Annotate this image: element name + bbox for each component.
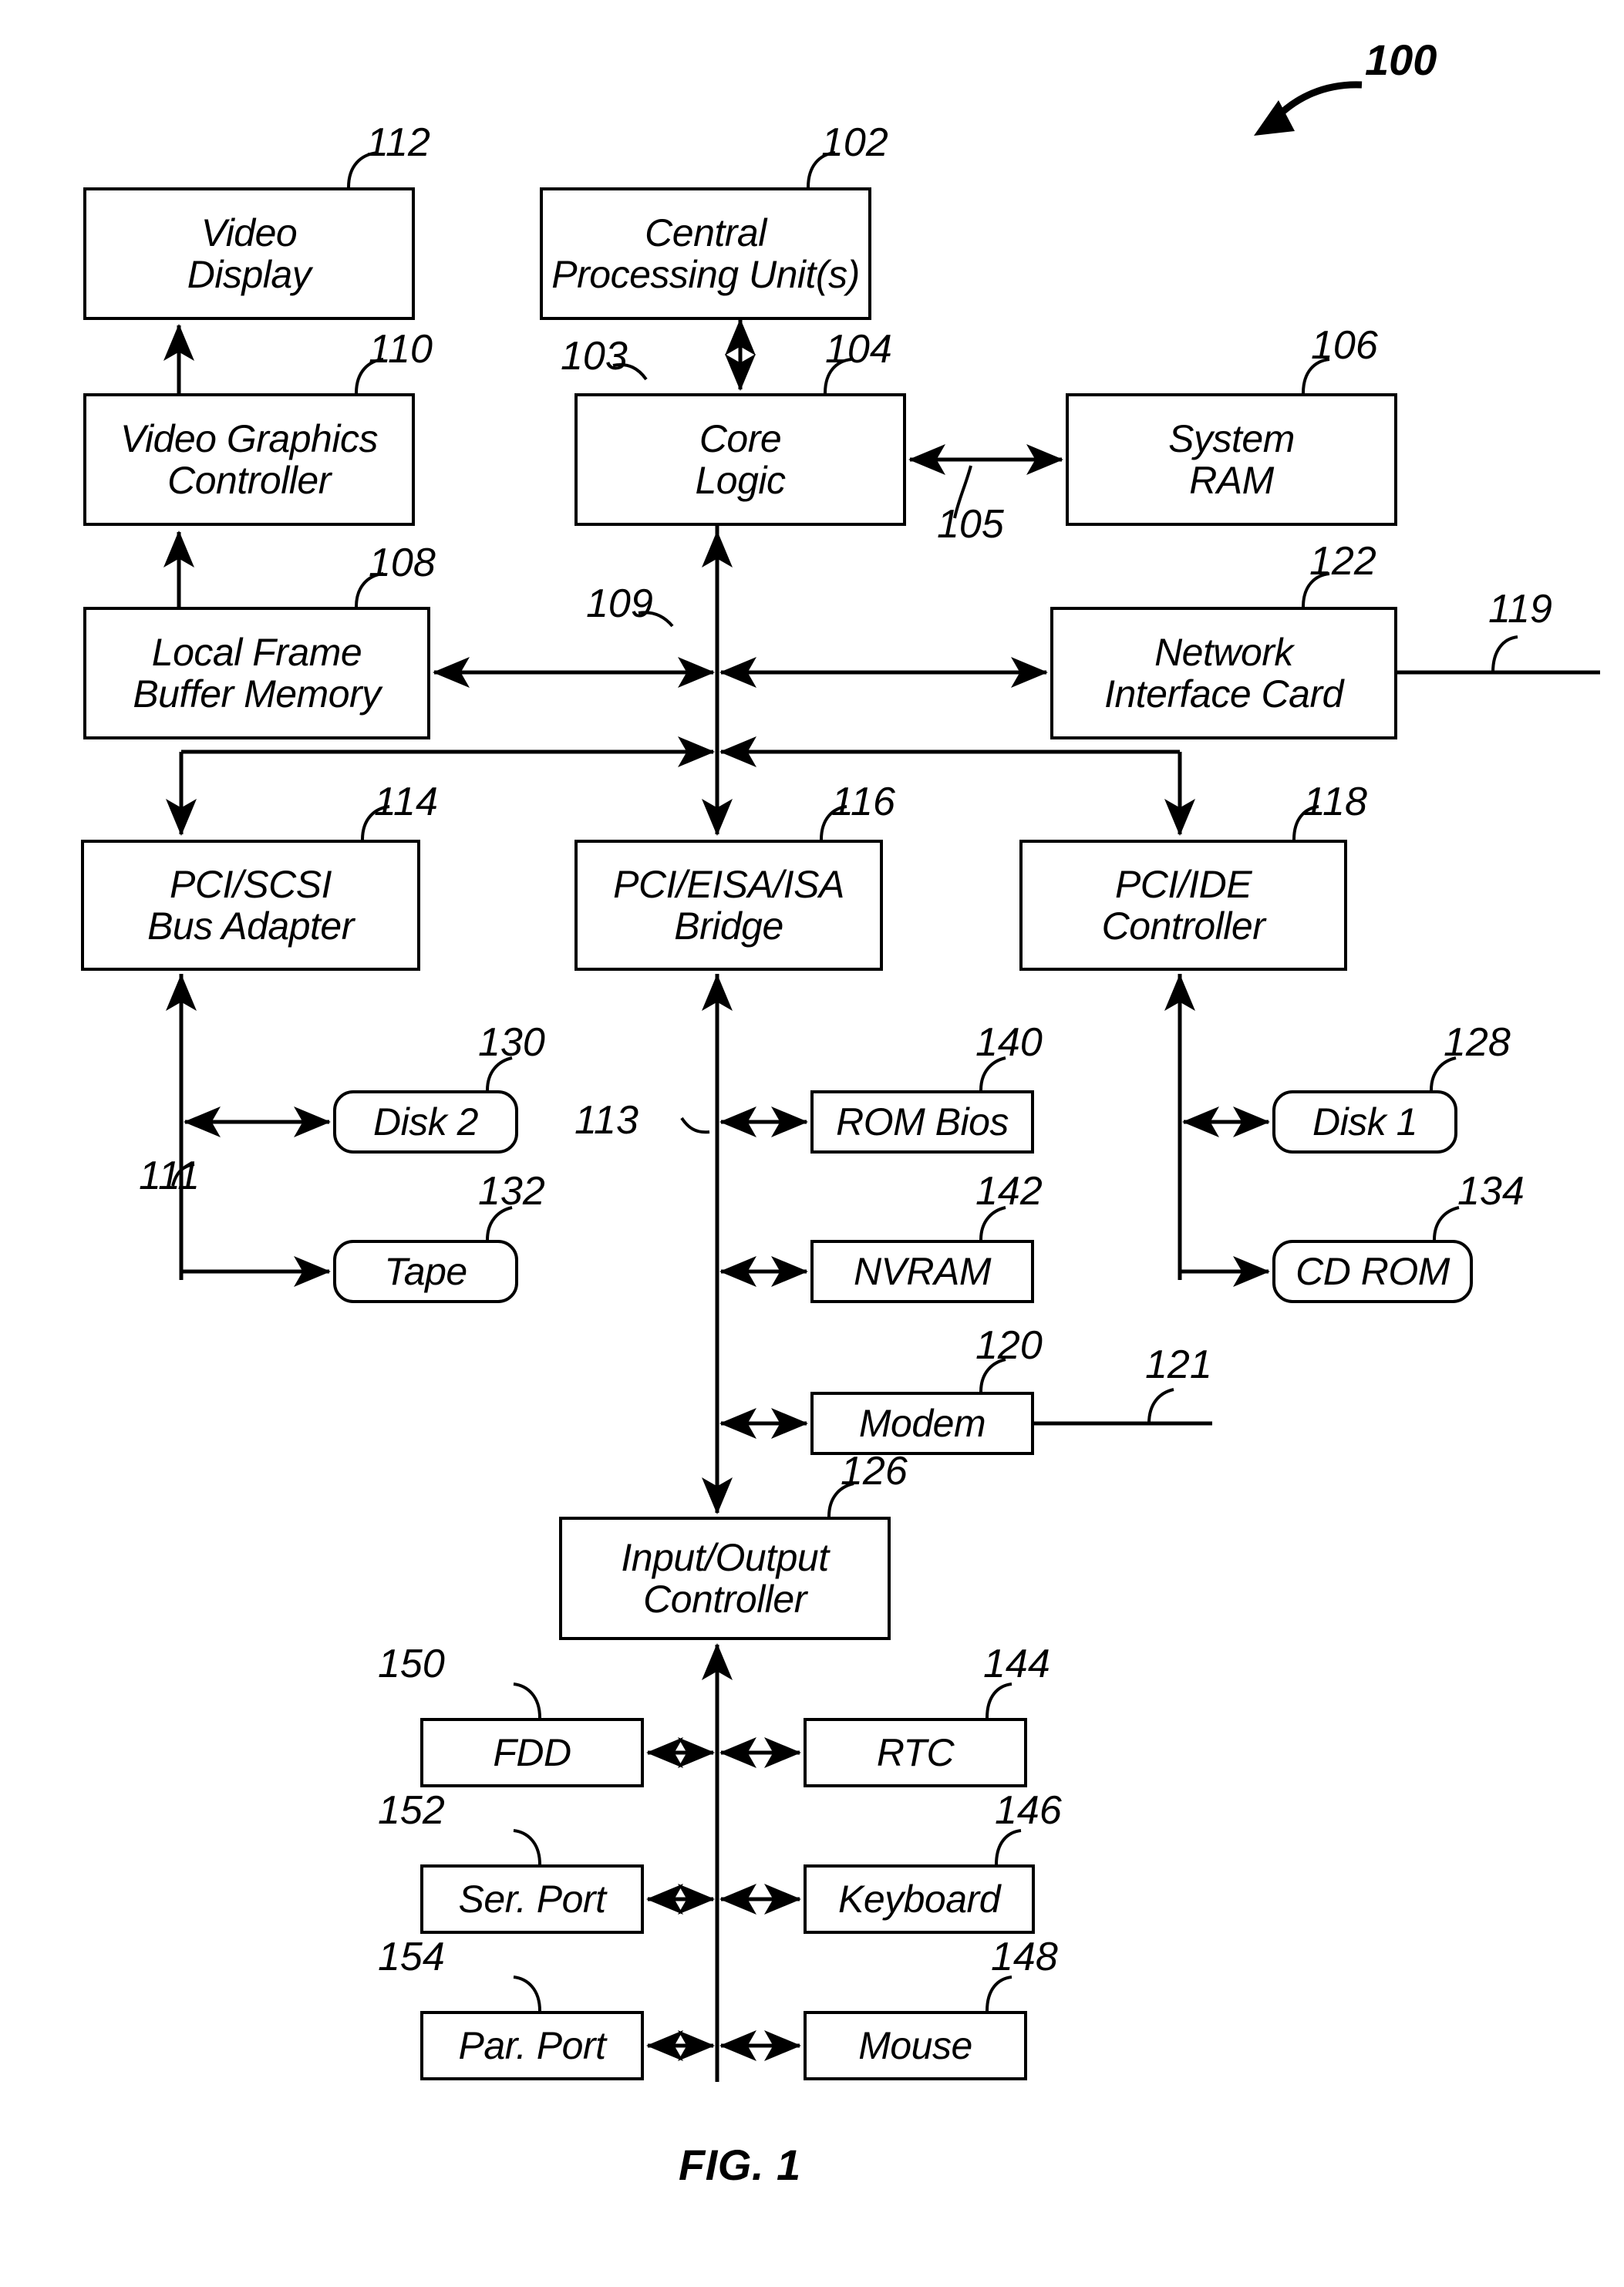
block-rom-bios: ROM Bios	[810, 1090, 1034, 1154]
block-io-controller: Input/Output Controller	[559, 1517, 891, 1640]
block-label: Local Frame	[151, 631, 362, 674]
reference-numeral-110: 110	[369, 327, 433, 372]
reference-numeral-112: 112	[366, 120, 430, 165]
block-par-port: Par. Port	[420, 2011, 644, 2080]
reference-numeral-106: 106	[1311, 323, 1378, 368]
reference-numeral-130: 130	[478, 1020, 545, 1065]
block-mouse: Mouse	[804, 2011, 1027, 2080]
system-leader-arrow	[1254, 81, 1363, 136]
block-label: Central	[645, 211, 767, 254]
block-label: Keyboard	[837, 1878, 1001, 1921]
block-tape: Tape	[333, 1240, 518, 1303]
block-cpu: Central Processing Unit(s)	[540, 187, 871, 320]
block-label: Display	[187, 253, 312, 296]
block-label: System	[1168, 417, 1295, 460]
block-keyboard: Keyboard	[804, 1864, 1035, 1934]
block-disk2: Disk 2	[333, 1090, 518, 1154]
reference-numeral-114: 114	[374, 780, 438, 824]
block-label: Logic	[695, 459, 786, 502]
block-local-frame-buffer: Local Frame Buffer Memory	[83, 607, 430, 739]
reference-numeral-142: 142	[975, 1169, 1043, 1214]
block-label: Modem	[858, 1402, 986, 1445]
reference-numeral-154: 154	[378, 1935, 445, 1979]
block-label: ROM Bios	[836, 1100, 1009, 1144]
reference-numeral-150: 150	[378, 1642, 445, 1686]
patent-figure-1: Video Display Central Processing Unit(s) Vid…	[0, 0, 1624, 2287]
block-label: Disk 2	[373, 1100, 478, 1144]
block-disk1: Disk 1	[1272, 1090, 1457, 1154]
block-label: Controller	[1101, 904, 1265, 948]
reference-numeral-148: 148	[991, 1935, 1058, 1979]
block-label: PCI/SCSI	[170, 863, 332, 906]
block-label: NVRAM	[853, 1250, 992, 1293]
block-label: Interface Card	[1104, 672, 1343, 716]
block-video-display: Video Display	[83, 187, 415, 320]
block-label: Controller	[167, 459, 331, 502]
block-label: Bus Adapter	[147, 904, 354, 948]
reference-numeral-134: 134	[1457, 1169, 1525, 1214]
block-label: RAM	[1189, 459, 1274, 502]
reference-numeral-119: 119	[1488, 587, 1552, 632]
block-pci-scsi: PCI/SCSI Bus Adapter	[81, 840, 420, 971]
reference-numeral-140: 140	[975, 1020, 1043, 1065]
block-pci-eisa-isa: PCI/EISA/ISA Bridge	[574, 840, 883, 971]
block-video-graphics: Video Graphics Controller	[83, 393, 415, 526]
reference-numeral-120: 120	[975, 1323, 1043, 1368]
reference-numeral-111: 111	[139, 1154, 200, 1198]
block-label: Tape	[384, 1250, 467, 1293]
block-label: Buffer Memory	[133, 672, 381, 716]
block-label: PCI/EISA/ISA	[613, 863, 844, 906]
block-cdrom: CD ROM	[1272, 1240, 1473, 1303]
reference-numeral-105: 105	[937, 502, 1004, 547]
reference-numeral-152: 152	[378, 1788, 445, 1833]
block-label: RTC	[876, 1731, 955, 1774]
reference-numeral-103: 103	[561, 334, 628, 379]
block-label: Par. Port	[458, 2024, 606, 2067]
block-label: Video Graphics	[120, 417, 378, 460]
block-label: Mouse	[858, 2024, 972, 2067]
block-modem: Modem	[810, 1392, 1034, 1455]
block-label: Processing Unit(s)	[551, 253, 860, 296]
reference-numeral-132: 132	[478, 1169, 545, 1214]
reference-numeral-146: 146	[995, 1788, 1062, 1833]
figure-caption: FIG. 1	[679, 2140, 801, 2189]
block-label: Input/Output	[621, 1536, 829, 1579]
reference-numeral-100: 100	[1365, 35, 1437, 84]
block-label: Controller	[643, 1578, 807, 1621]
block-label: Ser. Port	[458, 1878, 606, 1921]
block-label: Disk 1	[1312, 1100, 1417, 1144]
reference-numeral-121: 121	[1145, 1342, 1212, 1387]
block-nvram: NVRAM	[810, 1240, 1034, 1303]
block-system-ram: System RAM	[1066, 393, 1397, 526]
block-label: Core	[699, 417, 782, 460]
block-label: Video	[200, 211, 298, 254]
block-ser-port: Ser. Port	[420, 1864, 644, 1934]
reference-numeral-128: 128	[1444, 1020, 1511, 1065]
block-label: Bridge	[674, 904, 783, 948]
reference-numeral-113: 113	[574, 1098, 638, 1143]
reference-numeral-144: 144	[983, 1642, 1050, 1686]
reference-numeral-109: 109	[586, 581, 653, 626]
reference-numeral-102: 102	[821, 120, 888, 165]
block-label: Network	[1154, 631, 1293, 674]
block-label: PCI/IDE	[1114, 863, 1252, 906]
reference-numeral-108: 108	[369, 541, 436, 585]
reference-numeral-122: 122	[1309, 539, 1376, 584]
reference-numeral-116: 116	[831, 780, 895, 824]
block-label: CD ROM	[1295, 1250, 1450, 1293]
block-core-logic: Core Logic	[574, 393, 906, 526]
reference-numeral-126: 126	[841, 1449, 908, 1494]
block-fdd: FDD	[420, 1718, 644, 1787]
block-pci-ide: PCI/IDE Controller	[1019, 840, 1347, 971]
block-label: FDD	[493, 1731, 571, 1774]
reference-numeral-118: 118	[1303, 780, 1367, 824]
block-rtc: RTC	[804, 1718, 1027, 1787]
block-network-interface: Network Interface Card	[1050, 607, 1397, 739]
reference-numeral-104: 104	[825, 327, 892, 372]
